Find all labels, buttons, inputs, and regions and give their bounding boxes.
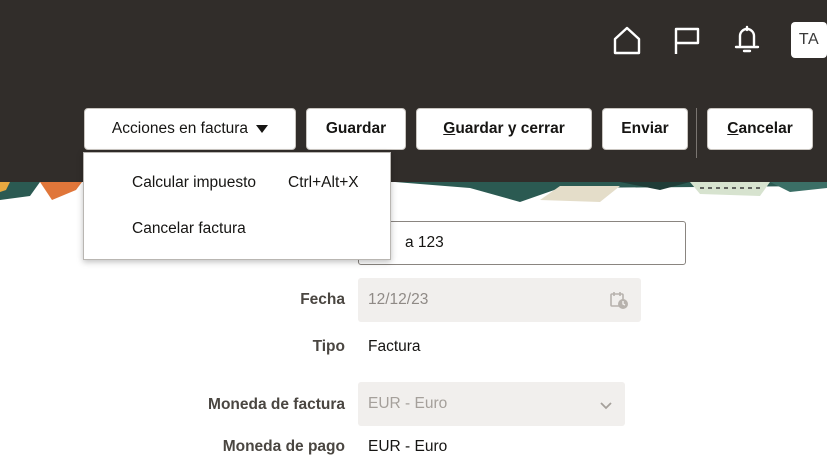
date-field: 12/12/23 — [358, 278, 641, 322]
type-label: Tipo — [312, 338, 345, 355]
payment-currency-label: Moneda de pago — [222, 438, 345, 455]
home-button[interactable] — [607, 18, 647, 62]
bell-icon — [734, 25, 760, 55]
calendar-icon — [609, 290, 629, 315]
global-icons: TA — [567, 18, 827, 62]
toolbar-separator — [696, 108, 697, 158]
menu-item-label: Cancelar factura — [132, 220, 246, 237]
invoice-page: TA Acciones en factura Guardar Guardar y… — [0, 0, 827, 457]
save-button[interactable]: Guardar — [306, 108, 406, 150]
cancel-button[interactable]: Cancelar — [707, 108, 813, 150]
menu-item-calculate-tax[interactable]: Calcular impuesto Ctrl+Alt+X — [84, 163, 390, 203]
date-value: 12/12/23 — [368, 291, 429, 308]
save-and-close-button[interactable]: Guardar y cerrar — [416, 108, 592, 150]
home-icon — [612, 25, 642, 55]
invoice-currency-value: EUR - Euro — [368, 395, 448, 412]
menu-item-label: Calcular impuesto — [132, 174, 257, 191]
payment-currency-value: EUR - Euro — [368, 438, 448, 455]
chevron-down-icon — [599, 398, 613, 416]
invoice-number-input[interactable]: a 123 — [358, 221, 686, 265]
notifications-button[interactable] — [727, 18, 767, 62]
invoice-currency-select: EUR - Euro — [358, 382, 625, 426]
submit-button[interactable]: Enviar — [602, 108, 688, 150]
watchlist-button[interactable] — [667, 18, 707, 62]
menu-item-cancel-invoice[interactable]: Cancelar factura — [84, 209, 390, 249]
flag-icon — [673, 25, 701, 55]
type-value: Factura — [368, 338, 421, 355]
cancel-label: Cancelar — [727, 120, 793, 137]
save-and-close-label: Guardar y cerrar — [443, 120, 565, 137]
invoice-actions-menu: Calcular impuesto Ctrl+Alt+X Cancelar fa… — [83, 152, 391, 260]
invoice-actions-label: Acciones en factura — [111, 120, 249, 137]
invoice-actions-button[interactable]: Acciones en factura — [84, 108, 296, 150]
menu-item-shortcut: Ctrl+Alt+X — [288, 174, 359, 191]
caret-down-icon — [256, 125, 269, 133]
submit-label: Enviar — [621, 120, 669, 137]
date-label: Fecha — [300, 291, 345, 308]
invoice-number-value: a 123 — [405, 234, 444, 251]
user-avatar[interactable]: TA — [791, 22, 827, 58]
save-label: Guardar — [325, 120, 387, 137]
invoice-currency-label: Moneda de factura — [208, 396, 345, 413]
